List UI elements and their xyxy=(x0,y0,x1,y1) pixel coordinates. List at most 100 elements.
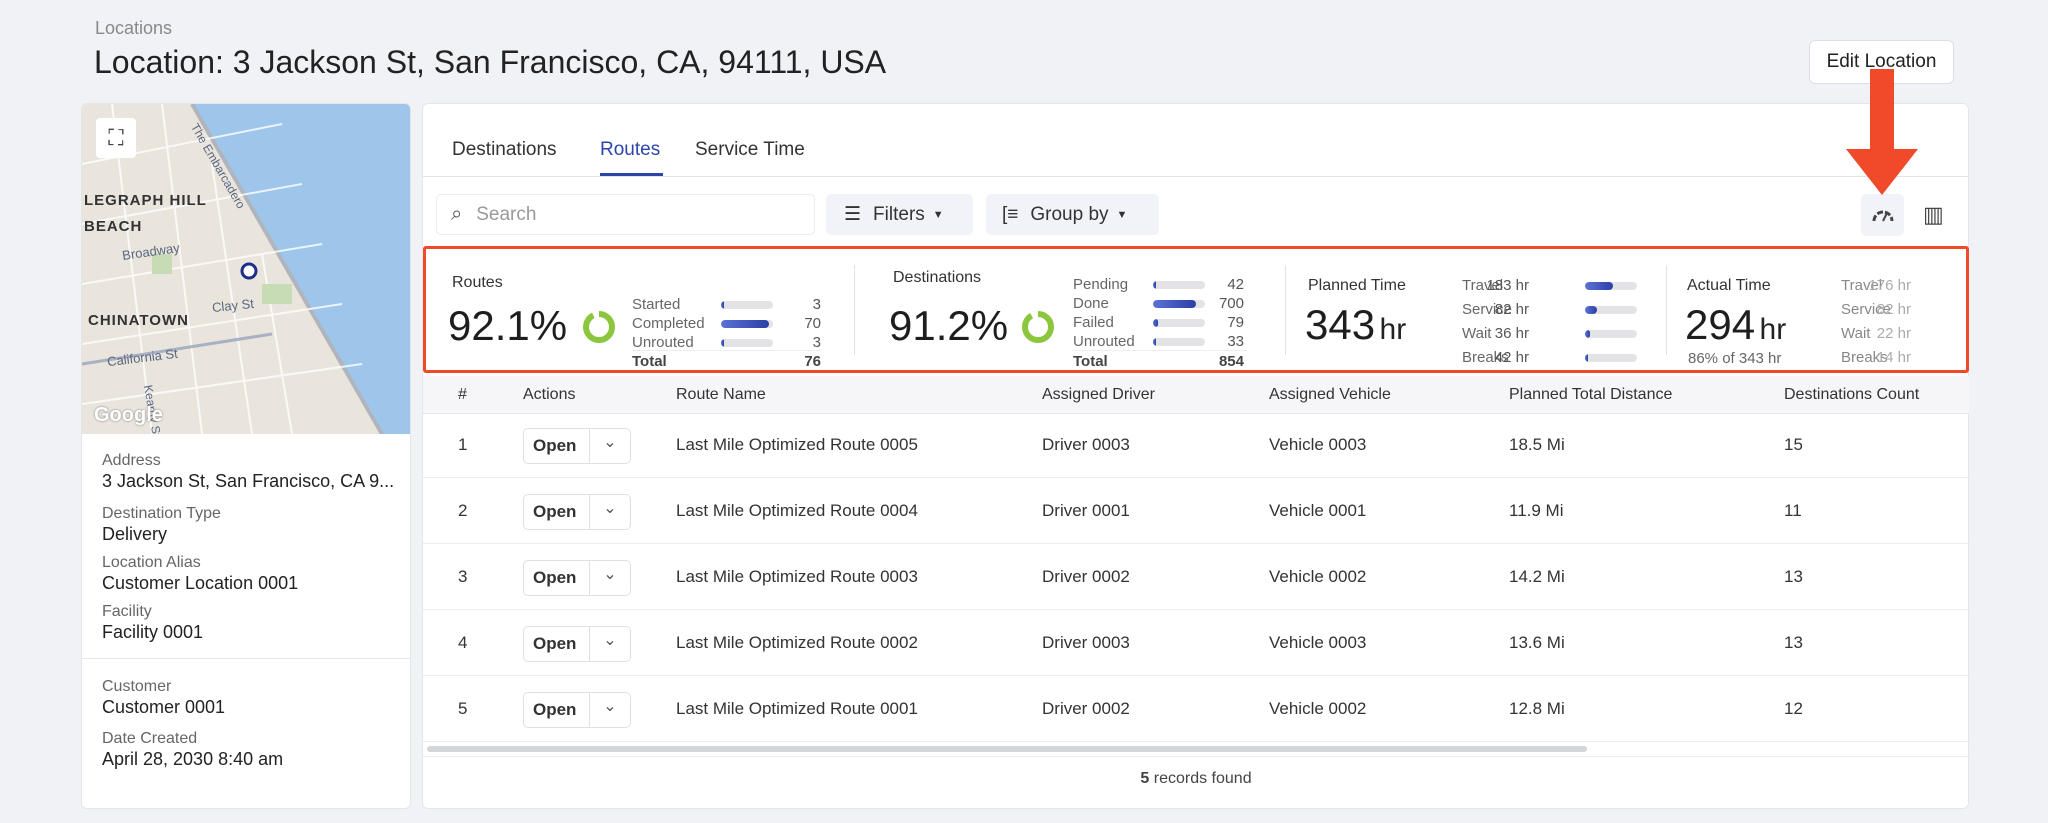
column-header[interactable]: Route Name xyxy=(676,386,766,404)
column-header[interactable]: # xyxy=(458,386,467,404)
search-input[interactable]: ⌕ Search xyxy=(436,194,815,235)
location-panel: ⛶ LEGRAPH HILL BEACH Broadway CHINATOWN … xyxy=(81,103,411,809)
map[interactable]: ⛶ LEGRAPH HILL BEACH Broadway CHINATOWN … xyxy=(82,104,410,434)
tab-routes[interactable]: Routes xyxy=(600,139,660,161)
planned-time-bar xyxy=(1585,354,1637,362)
route-name[interactable]: Last Mile Optimized Route 0002 xyxy=(676,633,918,653)
fade-overlay xyxy=(1906,249,1966,370)
planned-time-value: 183 hr xyxy=(1486,277,1529,294)
destinations-total-value: 854 xyxy=(1218,353,1244,370)
routes-stat-label: Completed xyxy=(632,315,705,332)
route-name[interactable]: Last Mile Optimized Route 0003 xyxy=(676,567,918,587)
assigned-driver: Driver 0002 xyxy=(1042,699,1130,718)
row-number: 3 xyxy=(458,567,468,586)
assigned-vehicle: Vehicle 0002 xyxy=(1269,567,1367,586)
divider xyxy=(82,658,410,659)
chevron-down-icon[interactable]: ⌄ xyxy=(590,498,630,518)
actual-time-value: 82 hr xyxy=(1876,301,1911,318)
open-button-group[interactable]: Open ⌄ xyxy=(523,428,631,464)
summary-toggle-button[interactable] xyxy=(1861,194,1904,236)
group-by-label: Group by xyxy=(1030,203,1109,225)
assigned-vehicle: Vehicle 0003 xyxy=(1269,633,1367,652)
search-placeholder: Search xyxy=(476,203,537,225)
group-by-button[interactable]: [≡ Group by ▼ xyxy=(986,194,1159,235)
planned-distance: 13.6 Mi xyxy=(1509,633,1565,652)
horizontal-scrollbar[interactable] xyxy=(427,746,1587,752)
facility-label: Facility xyxy=(102,603,152,620)
tab-destinations[interactable]: Destinations xyxy=(452,139,557,161)
open-button[interactable]: Open xyxy=(524,561,590,595)
actual-time-title: Actual Time xyxy=(1687,277,1771,294)
route-name[interactable]: Last Mile Optimized Route 0001 xyxy=(676,699,918,719)
column-header[interactable]: Planned Total Distance xyxy=(1509,386,1672,404)
open-button[interactable]: Open xyxy=(524,429,590,463)
open-button-group[interactable]: Open ⌄ xyxy=(523,560,631,596)
planned-time-value: 42 hr xyxy=(1494,349,1529,366)
routes-total-label: Total xyxy=(632,353,667,370)
divider xyxy=(423,176,1969,177)
assigned-vehicle: Vehicle 0001 xyxy=(1269,501,1367,520)
actual-time-percent-of-planned: 86% of 343 hr xyxy=(1688,350,1782,367)
routes-summary-title: Routes xyxy=(452,274,503,291)
chevron-down-icon[interactable]: ⌄ xyxy=(590,630,630,650)
fullscreen-icon[interactable]: ⛶ xyxy=(96,118,136,158)
destinations-stat-value: 700 xyxy=(1218,295,1244,312)
routes-stat-value: 70 xyxy=(804,315,821,332)
destinations-percent: 91.2% xyxy=(889,302,1009,349)
open-button[interactable]: Open xyxy=(524,495,590,529)
open-button[interactable]: Open xyxy=(524,627,590,661)
breadcrumb[interactable]: Locations xyxy=(95,18,172,39)
summary-panel: Routes 92.1% Total 76 Destinations 91.2%… xyxy=(423,246,1969,373)
filters-button[interactable]: ☰ Filters ▼ xyxy=(826,194,973,235)
divider xyxy=(854,265,855,355)
planned-distance: 11.9 Mi xyxy=(1509,501,1564,520)
column-header[interactable]: Destinations Count xyxy=(1784,386,1919,404)
assigned-driver: Driver 0003 xyxy=(1042,633,1130,652)
destination-type-value: Delivery xyxy=(102,524,168,544)
planned-distance: 14.2 Mi xyxy=(1509,567,1565,586)
caret-down-icon: ▼ xyxy=(932,208,944,221)
table-row[interactable]: 5 Open ⌄ Last Mile Optimized Route 0001 Driv… xyxy=(423,678,1969,742)
planned-time-value: 82 hr xyxy=(1494,301,1529,318)
table-row[interactable]: 2 Open ⌄ Last Mile Optimized Route 0004 Driv… xyxy=(423,480,1969,544)
destinations-donut xyxy=(1022,311,1054,343)
planned-time-bar xyxy=(1585,306,1637,314)
divider xyxy=(1666,265,1667,355)
destinations-stat-value: 79 xyxy=(1227,314,1244,331)
planned-distance: 12.8 Mi xyxy=(1509,699,1565,718)
main-card: Destinations Routes Service Time ⌕ Searc… xyxy=(422,69,1969,809)
open-button[interactable]: Open xyxy=(524,693,590,727)
location-alias-value: Customer Location 0001 xyxy=(102,573,299,593)
planned-time-value: 36 hr xyxy=(1494,325,1529,342)
chevron-down-icon[interactable]: ⌄ xyxy=(590,564,630,584)
routes-stat-label: Started xyxy=(632,296,681,313)
chevron-down-icon[interactable]: ⌄ xyxy=(590,696,630,716)
map-label: LEGRAPH HILL xyxy=(84,192,207,209)
route-name[interactable]: Last Mile Optimized Route 0004 xyxy=(676,501,918,521)
divider xyxy=(1285,265,1286,355)
column-settings-icon[interactable]: ▥ xyxy=(1923,202,1944,228)
table-row[interactable]: 3 Open ⌄ Last Mile Optimized Route 0003 Driv… xyxy=(423,546,1969,610)
address-label: Address xyxy=(102,452,161,469)
open-button-group[interactable]: Open ⌄ xyxy=(523,626,631,662)
column-header[interactable]: Assigned Vehicle xyxy=(1269,386,1391,404)
destinations-count: 12 xyxy=(1784,699,1803,718)
destinations-stat-label: Failed xyxy=(1073,314,1114,331)
table-row[interactable]: 4 Open ⌄ Last Mile Optimized Route 0002 Driv… xyxy=(423,612,1969,676)
column-header[interactable]: Actions xyxy=(523,386,575,404)
assigned-vehicle: Vehicle 0002 xyxy=(1269,699,1367,718)
location-marker xyxy=(240,262,258,280)
tab-service-time[interactable]: Service Time xyxy=(695,139,805,161)
chevron-down-icon[interactable]: ⌄ xyxy=(590,432,630,452)
gauge-icon xyxy=(1872,210,1893,222)
route-name[interactable]: Last Mile Optimized Route 0005 xyxy=(676,435,918,455)
destinations-count: 15 xyxy=(1784,435,1803,454)
destinations-summary-title: Destinations xyxy=(893,269,982,286)
customer-label: Customer xyxy=(102,678,172,695)
routes-stat-label: Unrouted xyxy=(632,334,694,351)
column-header[interactable]: Assigned Driver xyxy=(1042,386,1155,404)
routes-donut xyxy=(583,311,615,343)
table-row[interactable]: 1 Open ⌄ Last Mile Optimized Route 0005 Driv… xyxy=(423,414,1969,478)
open-button-group[interactable]: Open ⌄ xyxy=(523,692,631,728)
open-button-group[interactable]: Open ⌄ xyxy=(523,494,631,530)
